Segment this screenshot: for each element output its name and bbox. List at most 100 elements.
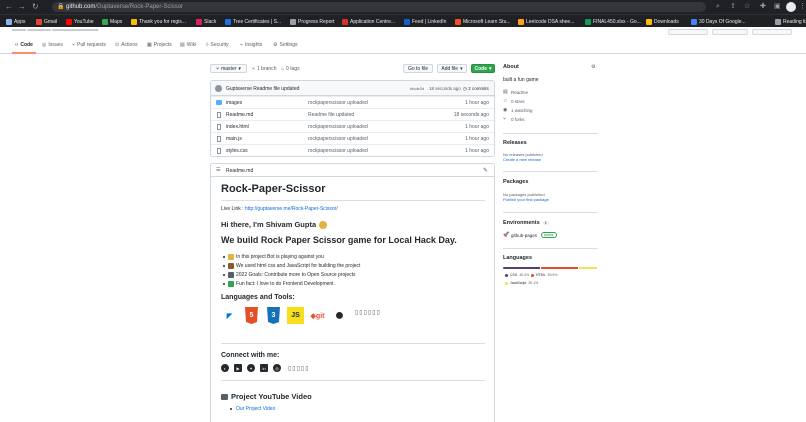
file-commit-message[interactable]: rockpaperscissor uploaded — [308, 136, 368, 142]
instagram-icon[interactable]: ◎ — [273, 364, 281, 372]
bookmark-item[interactable]: Progress Report — [290, 18, 334, 25]
file-commit-message[interactable]: rockpaperscissor uploaded — [308, 100, 368, 106]
about-settings-gear-icon[interactable]: ⚙ — [591, 64, 599, 70]
bookmark-favicon-icon — [646, 18, 652, 25]
go-to-file-button[interactable]: Go to file — [403, 64, 433, 73]
profile-avatar[interactable] — [786, 2, 796, 12]
file-row[interactable]: main.js rockpaperscissor uploaded 1 hour a… — [211, 132, 494, 144]
bookmark-item[interactable]: Slack — [196, 18, 216, 25]
tab-projects[interactable]: ▦ Projects — [147, 41, 172, 49]
waving-hand-icon — [319, 220, 328, 229]
environments-heading[interactable]: Environments 1 — [503, 220, 549, 226]
commit-time: 18 seconds ago — [429, 86, 461, 91]
hashnode-icon[interactable]: ◐ — [221, 364, 229, 372]
back-icon[interactable]: ← — [5, 2, 13, 12]
linkedin-icon[interactable]: in — [260, 364, 268, 372]
bookmark-item[interactable]: 30 Days Of Google... — [691, 18, 746, 25]
file-row[interactable]: Readme.md Readme file updated 18 seconds a… — [211, 108, 494, 120]
tab-wiki[interactable]: ▤ Wiki — [180, 41, 196, 49]
fork-button[interactable] — [712, 29, 748, 35]
html5-icon[interactable]: 5 — [245, 307, 258, 324]
bookmark-item[interactable]: Reading list — [775, 18, 806, 25]
bookmark-item[interactable]: Application Centre... — [342, 18, 395, 25]
share-icon[interactable]: ⇪ — [730, 2, 736, 12]
tab-settings[interactable]: ⚙ Settings — [273, 41, 298, 49]
readme-list-item: 2022 Goals: Contribute more to Open Sour… — [223, 272, 356, 278]
watching-link[interactable]: ◉ 1 watching — [503, 107, 533, 113]
tab-security[interactable]: ◊ Security — [206, 41, 229, 49]
language-item[interactable]: HTML 39.9% — [531, 273, 557, 277]
list-icon[interactable]: ☰ — [216, 167, 220, 173]
star-button[interactable] — [752, 29, 792, 35]
tags-link[interactable]: ⌂ 0 tags — [281, 66, 300, 72]
menu-icon[interactable]: ⋮ — [799, 2, 806, 12]
tab-pull-requests[interactable]: ⑂ Pull requests — [72, 41, 106, 49]
tab-actions[interactable]: ⊙ Actions — [115, 41, 138, 49]
branches-link[interactable]: ⑂ 1 branch — [252, 66, 276, 72]
bookmark-item[interactable]: Microsoft Learn Stu... — [455, 18, 511, 25]
file-row[interactable]: styles.css rockpaperscissor uploaded 1 hou… — [211, 144, 494, 156]
file-name[interactable]: images — [226, 100, 242, 106]
folder-icon — [216, 100, 222, 105]
bookmark-item[interactable]: Thank you for regis... — [131, 18, 186, 25]
reload-icon[interactable]: ↻ — [32, 2, 39, 12]
readme-filename[interactable]: Readme.md — [226, 168, 253, 174]
packages-heading[interactable]: Packages — [503, 179, 528, 185]
github-icon[interactable]: ● — [331, 307, 348, 324]
extensions-puzzle-icon[interactable]: ▣ — [774, 2, 781, 12]
video-link-item[interactable]: Our Project Video — [230, 406, 275, 412]
publish-package-link[interactable]: Publish your first package — [503, 197, 549, 202]
commit-message[interactable]: Guptaverse Readme file updated — [226, 86, 299, 92]
releases-heading[interactable]: Releases — [503, 140, 527, 146]
file-commit-message[interactable]: Readme file updated — [308, 112, 354, 118]
youtube-icon[interactable]: ▶ — [234, 364, 242, 372]
css3-icon[interactable]: 3 — [267, 307, 280, 324]
bookmark-label: Feed | LinkedIn — [412, 18, 447, 25]
language-item[interactable]: CSS 40.0% — [505, 273, 529, 277]
bookmark-item[interactable]: Feed | LinkedIn — [404, 18, 446, 25]
bookmark-item[interactable]: FINAL450.xlsx - Go... — [585, 18, 641, 25]
git-icon[interactable]: ◆git — [309, 307, 326, 324]
file-row[interactable]: index.html rockpaperscissor uploaded 1 hou… — [211, 120, 494, 132]
commits-link[interactable]: ◷ 2 commits — [463, 86, 489, 92]
bookmark-item[interactable]: Tree Certificates | S... — [225, 18, 281, 25]
bookmark-item[interactable]: Downloads — [646, 18, 679, 25]
readme-link[interactable]: ▤ Readme — [503, 89, 528, 95]
file-commit-message[interactable]: rockpaperscissor uploaded — [308, 124, 368, 130]
file-name[interactable]: styles.css — [226, 148, 248, 154]
tab-code[interactable]: ‹› Code — [15, 41, 33, 49]
pencil-icon[interactable]: ✎ — [483, 167, 488, 174]
live-link[interactable]: http://guptaverse.me/Rock-Paper-Scissor/ — [245, 206, 338, 212]
author-avatar[interactable] — [215, 85, 222, 92]
environment-item[interactable]: 🚀 github-pages Active — [503, 232, 557, 238]
add-file-button[interactable]: Add file ▾ — [437, 64, 467, 73]
language-item[interactable]: JavaScript 20.1% — [505, 281, 538, 285]
create-release-link[interactable]: Create a new release — [503, 157, 541, 162]
file-name[interactable]: main.js — [226, 136, 242, 142]
file-row[interactable]: images rockpaperscissor uploaded 1 hour ag… — [211, 96, 494, 108]
commit-sha[interactable]: bfcde2d — [410, 86, 424, 91]
extensions-icon[interactable]: ✚ — [760, 2, 766, 12]
code-button[interactable]: Code ▾ — [471, 64, 495, 73]
address-bar[interactable]: 🔒 github.com/Guptaverse/Rock-Paper-Sciss… — [52, 2, 706, 12]
tab-insights[interactable]: ⌁ Insights — [240, 41, 262, 49]
bookmark-item[interactable]: Leetcode DSA shee... — [518, 18, 574, 25]
file-name[interactable]: index.html — [226, 124, 249, 130]
branch-select-button[interactable]: ⑂ master ▾ — [210, 64, 247, 73]
watch-button[interactable] — [668, 29, 708, 35]
language-dot-icon — [505, 281, 508, 285]
forward-icon[interactable]: → — [18, 2, 26, 12]
social-placeholder-glyphs: ▯▯▯▯▯ — [288, 366, 310, 372]
tab-issues[interactable]: ◎ Issues — [42, 41, 63, 49]
search-icon[interactable]: ⌕ — [716, 2, 720, 12]
active-tab-indicator — [12, 52, 36, 54]
file-commit-message[interactable]: rockpaperscissor uploaded — [308, 148, 368, 154]
twitter-icon[interactable]: ✦ — [247, 364, 255, 372]
file-name[interactable]: Readme.md — [226, 112, 253, 118]
stars-link[interactable]: ☆ 0 stars — [503, 98, 525, 104]
vscode-icon[interactable]: ◤ — [221, 307, 238, 324]
bookmark-item[interactable]: Maps — [102, 18, 122, 25]
forks-link[interactable]: ⑂ 0 forks — [503, 116, 525, 122]
javascript-icon[interactable]: JS — [287, 307, 304, 324]
star-icon[interactable]: ☆ — [744, 2, 750, 12]
